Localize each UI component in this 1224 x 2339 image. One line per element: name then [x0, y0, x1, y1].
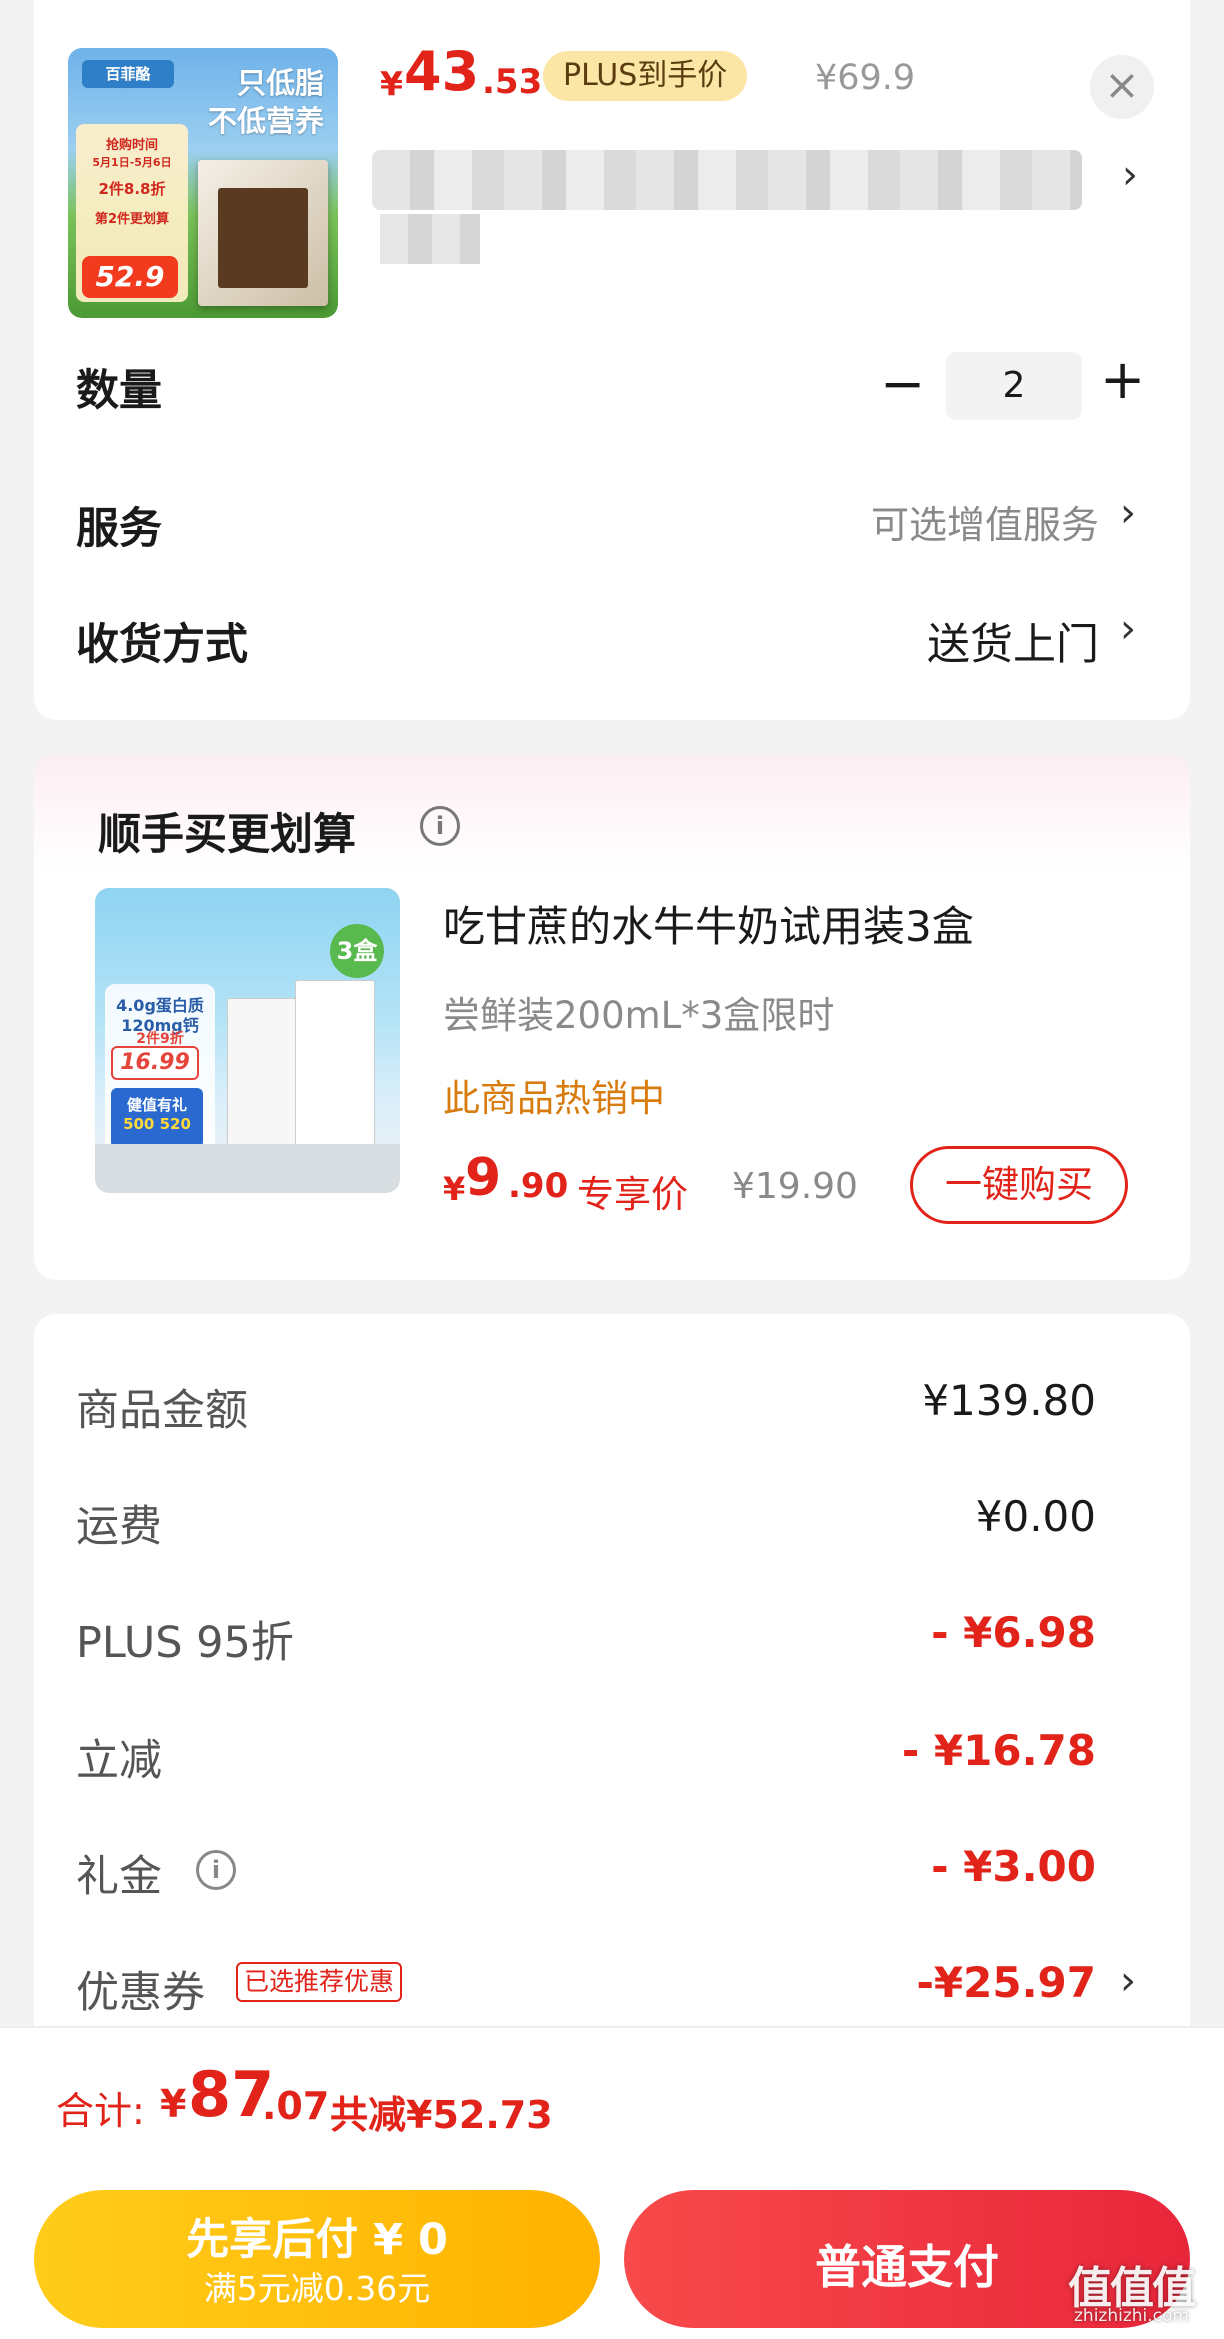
instant-discount-label: 立减 — [76, 1736, 162, 1786]
close-icon[interactable]: × — [1090, 55, 1154, 119]
thumb-promo-text-1: 抢购时间 — [105, 138, 158, 153]
gift-money-value: - ¥3.00 — [931, 1842, 1096, 1891]
price-integer: 43 — [404, 40, 480, 103]
total-decimal: .07 — [262, 2084, 330, 2128]
thumb-price-badge: 52.9 — [82, 256, 178, 298]
image-text-discount: 2件9折 — [136, 1031, 184, 1047]
product-box-inner — [218, 188, 308, 288]
thumb-promo-text-4: 第2件更划算 — [94, 212, 170, 227]
recommend-product-spec: 尝鲜装200mL*3盒限时 — [443, 994, 835, 1037]
recommend-price-currency: ¥ — [443, 1170, 466, 1208]
hot-selling-label: 此商品热销中 — [443, 1077, 665, 1120]
coupon-value[interactable]: -¥25.97 — [916, 1958, 1096, 2007]
quantity-value[interactable]: 2 — [946, 352, 1082, 420]
gift-money-label: 礼金 — [76, 1852, 162, 1902]
thumb-slogan-2: 不低营养 — [207, 104, 324, 138]
pay-later-subtitle[interactable]: 满5元减0.36元 — [34, 2262, 600, 2310]
instant-discount-value: - ¥16.78 — [901, 1726, 1096, 1775]
recommend-product-image[interactable]: 3盒 4.0g蛋白质 120mg钙 2件9折 16.99 健值有礼 500 52… — [95, 888, 400, 1193]
thumb-promo-text-2: 5月1日-5月6日 — [92, 156, 172, 169]
coupon-chevron-icon[interactable]: › — [1120, 1958, 1136, 2004]
exclusive-price-label: 专享价 — [577, 1173, 688, 1216]
info-icon[interactable]: i — [196, 1850, 236, 1890]
plus-discount-value: - ¥6.98 — [931, 1608, 1096, 1657]
delivery-chevron-icon[interactable]: › — [1120, 606, 1136, 652]
plus-icon[interactable]: + — [1100, 348, 1145, 411]
image-bottom-strip — [95, 1144, 400, 1193]
blurred-product-title-2 — [380, 214, 480, 264]
price-decimal: .53 — [482, 62, 543, 102]
info-icon[interactable]: i — [420, 806, 460, 846]
minus-icon[interactable]: − — [880, 352, 925, 415]
blurred-product-title — [372, 150, 1082, 210]
chevron-right-icon[interactable]: › — [1122, 152, 1138, 198]
shipping-value: ¥0.00 — [975, 1492, 1096, 1541]
coupon-selected-tag: 已选推荐优惠 — [236, 1962, 403, 2002]
total-savings: 共减¥52.73 — [330, 2093, 553, 2137]
plus-discount-label: PLUS 95折 — [76, 1618, 294, 1668]
recommend-product-name[interactable]: 吃甘蔗的水牛牛奶试用装3盒 — [443, 893, 974, 954]
recommend-price-decimal: .90 — [508, 1166, 569, 1206]
milk-carton-image-2 — [295, 980, 375, 1158]
price-currency: ¥ — [380, 64, 403, 103]
one-click-buy-button[interactable]: 一键购买 — [910, 1146, 1128, 1224]
recommend-original-price: ¥19.90 — [732, 1166, 858, 1207]
image-gift-line-1: 健值有礼 — [126, 1096, 187, 1114]
quantity-label: 数量 — [76, 366, 162, 416]
product-thumbnail[interactable]: 百菲酪 只低脂 不低营养 抢购时间 5月1日-5月6日 2件8.8折 第2件更划… — [68, 48, 338, 318]
total-label: 合计: — [56, 2089, 145, 2133]
box-count-badge: 3盒 — [330, 924, 384, 978]
service-label: 服务 — [76, 504, 162, 554]
thumb-promo-text-3: 2件8.8折 — [98, 180, 166, 198]
image-gift-line-2: 500 520 — [123, 1115, 191, 1133]
delivery-value[interactable]: 送货上门 — [927, 610, 1099, 672]
image-gift-tag: 健值有礼 500 520 — [111, 1088, 203, 1148]
recommend-title: 顺手买更划算 — [98, 810, 356, 860]
coupon-label: 优惠券 — [76, 1968, 205, 2018]
original-price: ¥69.9 — [815, 58, 916, 98]
brand-logo: 百菲酪 — [82, 60, 174, 88]
thumb-slogan-1: 只低脂 — [236, 66, 324, 100]
service-chevron-icon[interactable]: › — [1120, 490, 1136, 536]
pay-later-label[interactable]: 先享后付 ¥ 0 — [34, 2205, 600, 2267]
recommend-price-integer: 9 — [465, 1148, 502, 1208]
plus-price-tag: PLUS到手价 — [543, 51, 748, 101]
total-currency: ¥ — [160, 2082, 187, 2126]
image-price-tag: 16.99 — [111, 1046, 199, 1080]
watermark-url: zhizhizhi.com — [1074, 2306, 1189, 2326]
delivery-label: 收货方式 — [76, 620, 248, 670]
service-value[interactable]: 可选增值服务 — [871, 494, 1099, 549]
shipping-label: 运费 — [76, 1502, 162, 1552]
goods-amount-label: 商品金额 — [76, 1386, 248, 1436]
goods-amount-value: ¥139.80 — [922, 1376, 1096, 1425]
